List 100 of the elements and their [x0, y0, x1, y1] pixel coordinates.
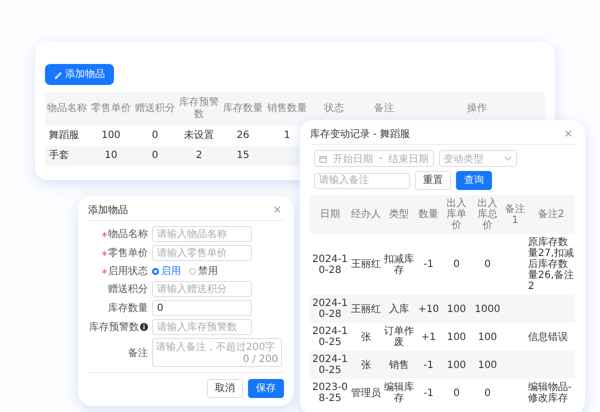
table-cell: +1	[421, 332, 436, 342]
table-cell: 销售	[389, 360, 409, 370]
field-label: 库存数量	[108, 302, 148, 315]
table-cell: 王丽红	[351, 304, 381, 314]
column-header: 操作	[467, 103, 487, 114]
table-cell: -1	[424, 360, 434, 370]
table-cell: 0	[152, 150, 158, 161]
reset-button[interactable]: 重置	[415, 171, 451, 190]
select-placeholder: 变动类型	[444, 152, 484, 166]
table-cell: 2024-10-28	[312, 298, 348, 320]
table-cell: 10	[104, 150, 118, 161]
table-cell: 舞蹈服	[49, 130, 79, 141]
table-cell: 0	[453, 388, 460, 398]
column-header: 库存数量	[223, 103, 263, 114]
input-field[interactable]: 请输入赠送积分	[152, 281, 252, 297]
required-asterisk-icon	[102, 232, 107, 236]
remark-search-field[interactable]: 请输入备注	[314, 172, 410, 188]
column-header: 日期	[320, 209, 340, 220]
table-cell: 0	[484, 388, 491, 398]
table-cell: 2024-10-25	[312, 354, 348, 376]
required-asterisk-icon	[102, 250, 107, 256]
table-cell: 编辑库存	[384, 382, 414, 404]
radio-option[interactable]: 禁用	[189, 264, 218, 278]
close-button[interactable]: ×	[270, 204, 284, 216]
character-counter: 0 / 200	[242, 354, 278, 365]
input-field[interactable]: 请输入库存预警数	[152, 319, 252, 335]
table-cell: 张	[361, 360, 371, 370]
table-cell: -1	[424, 388, 434, 398]
type-select[interactable]: 变动类型	[438, 150, 517, 167]
column-header: 赠送积分	[135, 103, 175, 114]
cancel-button[interactable]: 取消	[207, 379, 243, 398]
radio-option[interactable]: 启用	[152, 264, 181, 278]
edit-icon	[54, 70, 63, 79]
column-header: 备注2	[538, 209, 564, 220]
column-header: 备注1	[505, 204, 525, 226]
date-range-field[interactable]: 开始日期 - 结束日期	[314, 150, 434, 167]
save-button[interactable]: 保存	[248, 379, 284, 398]
table-cell: 100	[478, 360, 498, 370]
table-cell: 2024-10-28	[312, 254, 348, 276]
field-label: 库存预警数	[89, 320, 139, 334]
info-icon	[140, 323, 148, 331]
field-label: 启用状态	[108, 264, 148, 278]
input-field[interactable]: 请输入物品名称	[152, 226, 252, 242]
field-label: 物品名称	[108, 228, 148, 241]
column-header: 零售单价	[91, 103, 131, 114]
required-asterisk-icon	[102, 268, 107, 274]
chevron-down-icon	[504, 156, 512, 161]
table-cell: 2023-08-25	[312, 382, 348, 404]
column-header: 销售数量	[267, 103, 307, 114]
table-cell: 100	[101, 130, 121, 141]
table-cell: 0	[152, 130, 158, 141]
table-cell: 管理员	[351, 388, 381, 398]
table-cell: 入库	[389, 304, 409, 314]
input-field[interactable]: 请输入零售单价	[152, 245, 252, 261]
table-cell: 2	[196, 150, 202, 161]
table-cell: 100	[446, 332, 466, 342]
dialog-title: 添加物品	[88, 204, 128, 217]
table-cell: 编辑物品-修改库存	[528, 382, 572, 404]
column-header: 备注	[374, 103, 394, 114]
table-cell: 26	[236, 130, 250, 141]
table-cell: 100	[478, 332, 498, 342]
field-label: 零售单价	[108, 246, 148, 260]
table-cell: -1	[424, 259, 434, 270]
close-button[interactable]: ×	[562, 128, 575, 140]
column-header: 出入库单价	[446, 198, 466, 231]
table-cell: 扣减库存	[384, 254, 414, 276]
dialog-title: 库存变动记录 - 舞蹈服	[310, 128, 410, 141]
table-cell: 1	[284, 130, 290, 141]
column-header: 数量	[418, 209, 438, 220]
add-item-button[interactable]: 添加物品	[45, 64, 114, 85]
placeholder-text: 请输入备注，不超过200字	[156, 340, 276, 354]
calendar-icon	[319, 154, 327, 162]
search-button[interactable]: 查询	[456, 171, 492, 190]
table-cell: 100	[446, 304, 466, 314]
column-header: 物品名称	[47, 103, 87, 114]
field-label: 备注	[128, 346, 148, 360]
table-cell: 信息错误	[528, 332, 568, 342]
table-cell: 0	[453, 259, 460, 270]
input-field[interactable]: 0	[152, 300, 252, 316]
table-cell: 2024-10-25	[312, 326, 348, 348]
range-separator: -	[379, 153, 383, 164]
table-cell: 100	[446, 360, 466, 370]
table-cell: 1000	[474, 304, 500, 314]
column-header: 经办人	[351, 209, 381, 220]
table-cell: 手套	[49, 150, 69, 161]
table-cell: +10	[418, 304, 440, 314]
column-header: 状态	[324, 103, 344, 114]
column-header: 出入库总价	[478, 198, 498, 231]
table-cell: 王丽红	[351, 259, 381, 270]
remark-field[interactable]: 请输入备注，不超过200字 0 / 200	[152, 338, 282, 367]
column-header: 库存预警数	[179, 97, 219, 120]
table-cell: 未设置	[184, 130, 214, 141]
table-cell: 张	[361, 332, 371, 342]
field-label: 赠送积分	[108, 282, 148, 296]
table-cell: 15	[236, 150, 250, 161]
end-date-placeholder: 结束日期	[388, 152, 429, 166]
start-date-placeholder: 开始日期	[333, 152, 373, 166]
table-cell: 原库存数量27,扣减后库存数量26,备注2	[528, 237, 574, 292]
column-header: 类型	[389, 209, 409, 220]
table-cell: 0	[484, 259, 491, 270]
